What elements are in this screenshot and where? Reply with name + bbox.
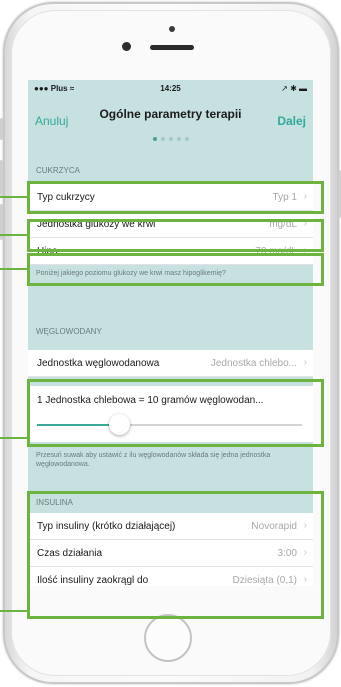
earpiece-speaker: [150, 45, 194, 50]
home-button[interactable]: [144, 614, 192, 662]
section-header-diabetes: CUKRZYCA: [36, 166, 81, 175]
page-dot: [160, 137, 165, 141]
next-button[interactable]: Dalej: [277, 114, 306, 128]
callout-line: [0, 268, 28, 270]
highlight-frame: [27, 219, 324, 252]
callout-line: [0, 196, 28, 198]
page-indicator: [28, 128, 313, 146]
status-time: 14:25: [160, 84, 181, 93]
highlight-frame: [27, 253, 324, 286]
highlight-frame: [27, 379, 324, 447]
chevron-right-icon: ›: [303, 357, 307, 368]
row-label: Jednostka węglowodanowa: [37, 358, 160, 369]
section-header-carbs: WĘGLOWODANY: [36, 327, 102, 336]
carb-slider-hint: Przesuń suwak aby ustawić z ilu węglowod…: [36, 452, 271, 468]
navigation-bar: Anuluj Ogólne parametry terapii Dalej: [28, 94, 313, 141]
proximity-sensor: [169, 26, 175, 32]
page-dot: [152, 137, 157, 141]
page-dot: [176, 137, 181, 141]
highlight-frame: [27, 491, 324, 619]
front-camera: [122, 42, 131, 51]
callout-line: [0, 610, 28, 612]
page-dot: [184, 137, 189, 141]
callout-line: [0, 234, 28, 236]
row-value: Jednostka chlebo...: [210, 358, 297, 369]
callout-line: [0, 437, 28, 439]
mute-switch: [0, 118, 3, 140]
battery-icon: ↗ ✱ ▬: [281, 84, 307, 93]
row-carb-unit[interactable]: Jednostka węglowodanowa Jednostka chlebo…: [28, 350, 313, 377]
volume-up-button: [0, 160, 3, 196]
page-dot: [168, 137, 173, 141]
page-title: Ogólne parametry terapii: [99, 107, 242, 121]
highlight-frame: [27, 181, 324, 214]
